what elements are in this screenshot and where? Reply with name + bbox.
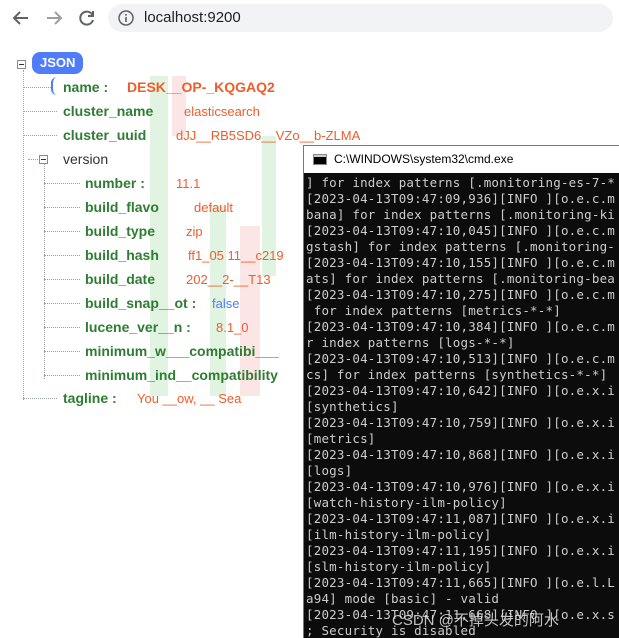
url-text[interactable]: localhost:9200 xyxy=(144,9,241,26)
key-version: version xyxy=(63,151,109,167)
forward-button[interactable] xyxy=(40,4,68,32)
cmd-line: [2023-04-13T09:47:10,513][INFO ][o.e.c.m xyxy=(306,351,616,366)
key-build-date: build_date xyxy=(85,271,156,287)
cmd-line: [2023-04-13T09:47:10,275][INFO ][o.e.c.m xyxy=(306,287,616,302)
arrow-left-icon xyxy=(12,11,28,25)
cmd-title-bar[interactable]: C:\WINDOWS\system32\cmd.exe xyxy=(304,146,619,173)
tree-guide xyxy=(44,231,80,232)
cmd-line: cs] for index patterns [synthetics-*-*] xyxy=(306,367,608,382)
cmd-line: [logs] xyxy=(306,463,353,478)
address-bar[interactable]: localhost:9200 xyxy=(108,4,613,32)
key-minimum-index-compatibility: minimum_ind__compatibility xyxy=(85,367,278,383)
cmd-line: [2023-04-13T09:47:10,868][INFO ][o.e.x.i xyxy=(306,447,616,462)
cmd-line: r index patterns [logs-*-*] xyxy=(306,335,515,350)
tree-guide xyxy=(23,87,51,88)
cmd-line: [2023-04-13T09:47:10,642][INFO ][o.e.x.i xyxy=(306,383,616,398)
cmd-line: [2023-04-13T09:47:10,045][INFO ][o.e.c.m xyxy=(306,223,616,238)
cmd-line: [2023-04-13T09:47:11,195][INFO ][o.e.x.i xyxy=(306,543,616,558)
cmd-line: [2023-04-13T09:47:10,759][INFO ][o.e.x.i xyxy=(306,415,616,430)
tree-guide xyxy=(23,70,24,400)
arrow-right-icon xyxy=(47,11,63,25)
key-build-hash: build_hash xyxy=(85,247,159,263)
value-tagline: You __ow, __ Sea xyxy=(137,391,242,406)
cmd-line: [2023-04-13T09:47:09,936][INFO ][o.e.c.m xyxy=(306,191,616,206)
tree-guide xyxy=(23,111,57,112)
key-build-snapshot: build_snap__ot : xyxy=(85,295,197,311)
cmd-line: [2023-04-13T09:47:10,155][INFO ][o.e.c.m xyxy=(306,255,616,270)
tree-guide xyxy=(44,327,80,328)
tree-guide xyxy=(44,351,80,352)
value-build-flavor: default xyxy=(194,200,234,215)
collapse-toggle-root[interactable] xyxy=(17,60,26,69)
value-lucene-version: 8.1_0 xyxy=(216,320,249,335)
key-build-flavor: build_flavo xyxy=(85,199,159,215)
key-cluster-uuid: cluster_uuid xyxy=(63,127,147,143)
value-build-snapshot: false xyxy=(212,296,240,311)
cmd-line: bana] for index patterns [.monitoring-ki xyxy=(306,207,616,222)
value-number: 11.1 xyxy=(176,176,201,191)
tree-guide xyxy=(23,398,57,399)
info-icon[interactable] xyxy=(118,10,134,26)
terminal-icon xyxy=(313,154,327,165)
cmd-line: [2023-04-13T09:47:11,665][INFO ][o.e.l.L xyxy=(306,575,616,590)
tree-guide xyxy=(44,279,80,280)
key-build-type: build_type xyxy=(85,223,156,239)
key-minimum-wire-compatibility: minimum_w___compatibi___ xyxy=(85,343,279,359)
tree-guide xyxy=(44,164,45,379)
back-button[interactable] xyxy=(7,4,35,32)
cmd-line: [synthetics] xyxy=(306,399,399,414)
value-cluster-uuid: dJJ__RB5SD6__VZo__b-ZLMA xyxy=(176,128,361,143)
cmd-line: [2023-04-13T09:47:11,087][INFO ][o.e.x.i xyxy=(306,511,616,526)
value-build-type: zip xyxy=(186,224,203,239)
tree-guide xyxy=(23,135,57,136)
cmd-line: [watch-history-ilm-policy] xyxy=(306,495,507,510)
selection-bracket xyxy=(51,77,59,95)
cmd-line: gstash] for index patterns [.monitoring- xyxy=(306,239,616,254)
cmd-window[interactable]: C:\WINDOWS\system32\cmd.exe ] for index … xyxy=(303,145,619,638)
value-name: DESK__OP-_KQGAQ2 xyxy=(127,79,275,95)
key-lucene-version: lucene_ver__n : xyxy=(85,319,191,335)
reload-button[interactable] xyxy=(73,4,101,32)
cmd-line: [ilm-history-ilm-policy] xyxy=(306,527,492,542)
root-json-badge[interactable]: JSON xyxy=(32,52,84,74)
cmd-line: [2023-04-13T09:47:10,976][INFO ][o.e.x.i xyxy=(306,479,616,494)
value-build-hash: ff1_05 11__c219 xyxy=(188,248,284,263)
key-cluster-name: cluster_name xyxy=(63,103,154,119)
cmd-line: ] for index patterns [.monitoring-es-7-* xyxy=(306,175,616,190)
tree-guide xyxy=(44,303,80,304)
key-tagline: tagline : xyxy=(63,390,117,406)
cmd-line: [slm-history-ilm-policy] xyxy=(306,559,492,574)
reload-icon xyxy=(79,10,94,26)
tree-guide xyxy=(28,159,38,160)
cmd-line: a94] mode [basic] - valid xyxy=(306,591,500,606)
value-build-date: 202__2-__T13 xyxy=(186,272,271,287)
browser-toolbar: localhost:9200 xyxy=(0,0,619,36)
value-cluster-name: elasticsearch xyxy=(184,104,260,119)
cmd-line: for index patterns [metrics-*-*] xyxy=(306,303,561,318)
tree-guide xyxy=(44,375,80,376)
collapse-toggle-version[interactable] xyxy=(39,155,48,164)
cmd-line: [metrics] xyxy=(306,431,376,446)
watermark: CSDN @不掉头发的阿水 xyxy=(392,612,559,629)
tree-guide xyxy=(44,183,80,184)
cmd-line: [2023-04-13T09:47:10,384][INFO ][o.e.c.m xyxy=(306,319,616,334)
tree-guide xyxy=(44,255,80,256)
tree-guide xyxy=(44,207,80,208)
cmd-title: C:\WINDOWS\system32\cmd.exe xyxy=(334,152,514,166)
cmd-line: ats] for index patterns [.monitoring-bea xyxy=(306,271,616,286)
cmd-output: ] for index patterns [.monitoring-es-7-*… xyxy=(306,175,619,638)
key-name: name : xyxy=(63,79,109,95)
key-number: number : xyxy=(85,175,145,191)
